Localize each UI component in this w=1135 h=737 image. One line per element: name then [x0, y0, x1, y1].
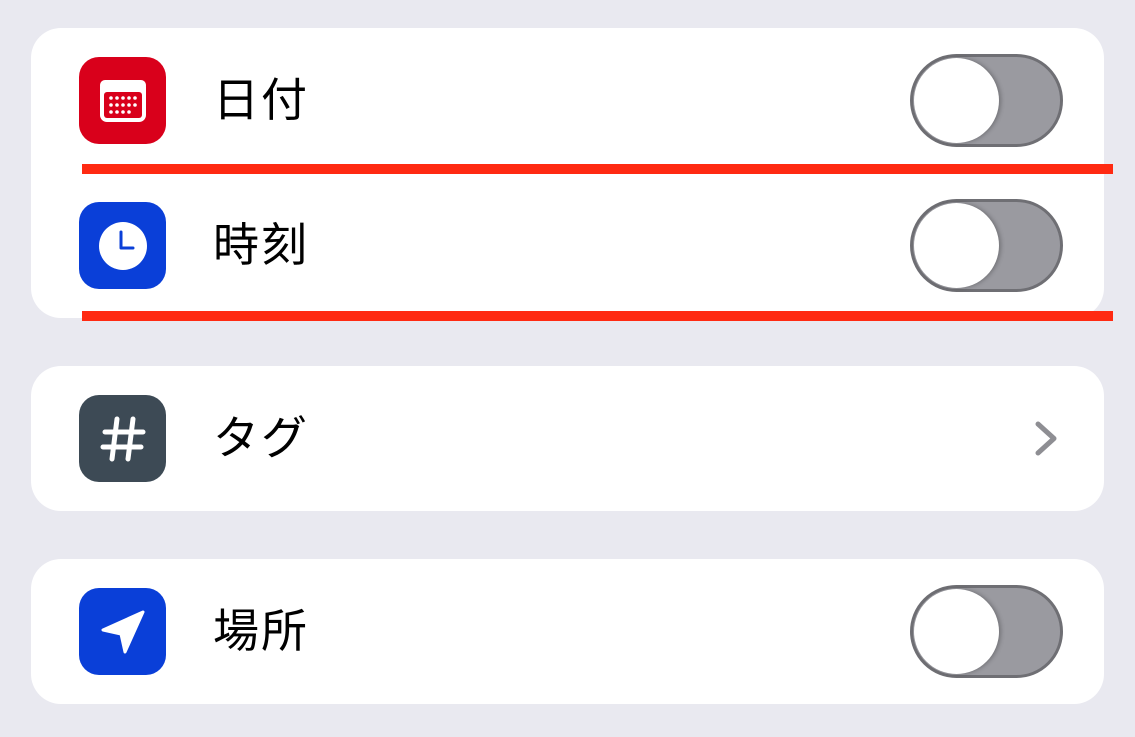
settings-row-tags[interactable]: タグ: [31, 366, 1104, 511]
settings-row-location[interactable]: 場所: [31, 559, 1104, 704]
location-toggle[interactable]: [910, 585, 1063, 678]
time-label: 時刻: [213, 218, 309, 272]
hashtag-icon: [79, 395, 166, 482]
date-label: 日付: [213, 73, 309, 127]
highlight-line-bottom: [82, 311, 1113, 321]
calendar-icon: [79, 57, 166, 144]
toggle-knob: [914, 589, 999, 674]
time-toggle[interactable]: [910, 199, 1063, 292]
location-arrow-icon: [79, 588, 166, 675]
tags-settings-group: タグ: [31, 366, 1104, 511]
clock-icon: [79, 202, 166, 289]
date-toggle[interactable]: [910, 54, 1063, 147]
location-settings-group: 場所: [31, 559, 1104, 704]
settings-row-date[interactable]: 日付: [31, 28, 1104, 173]
tags-label: タグ: [213, 411, 309, 465]
highlight-line-top: [82, 164, 1113, 174]
location-label: 場所: [213, 604, 309, 658]
chevron-right-icon: [1035, 421, 1057, 456]
toggle-knob: [914, 203, 999, 288]
toggle-knob: [914, 58, 999, 143]
settings-row-time[interactable]: 時刻: [31, 173, 1104, 318]
